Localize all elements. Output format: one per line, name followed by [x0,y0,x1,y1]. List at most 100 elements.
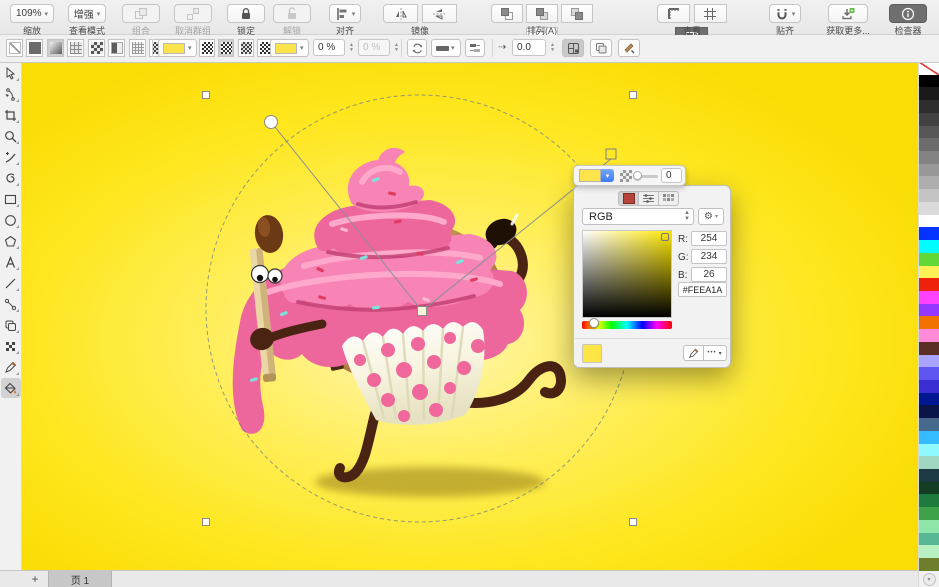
palette-swatch[interactable] [919,291,939,304]
palette-swatch[interactable] [919,456,939,469]
palette-swatch[interactable] [919,253,939,266]
fill-swatch-button[interactable] [108,39,125,57]
pattern-2-button[interactable] [218,39,234,57]
palette-swatch[interactable] [919,342,939,355]
palette-swatch[interactable] [919,329,939,342]
tool-node-edit[interactable] [1,84,21,104]
palette-swatch[interactable] [919,227,939,240]
color-mode-select[interactable]: RGB ▲▼ [582,208,694,225]
palette-swatch[interactable] [919,316,939,329]
fill-none-button[interactable] [6,39,23,57]
opacity-field[interactable]: 0 % [313,39,345,56]
palette-swatch[interactable] [919,482,939,495]
fill-color-dropdown[interactable]: ▾ [158,39,197,57]
palette-swatch[interactable] [919,545,939,558]
palette-swatch[interactable] [919,393,939,406]
fill-mesh-button[interactable] [67,39,84,57]
palette-swatch[interactable] [919,164,939,177]
tool-select[interactable] [1,63,21,83]
fill-pattern-button[interactable] [88,39,105,57]
stroke-width-field[interactable]: 0.0 [512,39,546,56]
fill-editor-color-dropdown[interactable]: ▾ [601,169,614,182]
tool-zoom[interactable] [1,126,21,146]
opacity-value-field[interactable]: 0 [661,168,682,183]
bring-to-front-button[interactable] [491,4,523,23]
inspector-button[interactable] [889,4,927,23]
palette-swatch[interactable] [919,278,939,291]
tool-fill[interactable] [1,378,21,398]
palette-swatch[interactable] [919,533,939,546]
tool-draw[interactable] [1,147,21,167]
gradient-mid-handle[interactable] [418,307,427,316]
red-field[interactable]: 254 [691,231,727,246]
tab-color-swatch[interactable] [618,191,639,206]
palette-swatch[interactable] [919,431,939,444]
tool-ellipse[interactable] [1,210,21,230]
transparency-checker-icon[interactable] [620,170,632,182]
palette-swatch[interactable] [919,266,939,279]
snap-dropdown[interactable]: ▾ [769,4,802,23]
tab-palette-grid[interactable] [658,191,679,206]
pattern-3-button[interactable] [238,39,254,57]
fill-solid-button[interactable] [26,39,43,57]
add-page-button[interactable]: + [22,571,48,587]
green-field[interactable]: 234 [691,249,727,264]
palette-swatch[interactable] [919,240,939,253]
fill-gradient-button[interactable] [47,39,64,57]
lock-button[interactable] [227,4,265,23]
hue-slider-knob[interactable] [589,318,599,328]
stroke-color-dropdown[interactable]: ▾ [270,39,309,57]
zoom-dropdown[interactable]: 109%▾ [10,4,54,23]
palette-swatch[interactable] [919,405,939,418]
rulers-button[interactable] [657,4,690,23]
edit-on-canvas-button[interactable] [562,39,584,57]
palette-swatch[interactable] [919,304,939,317]
page-tab[interactable]: 页 1 [48,571,112,587]
blue-field[interactable]: 26 [691,267,727,282]
tool-eyedropper[interactable] [1,357,21,377]
palette-swatch[interactable] [919,113,939,126]
apply-style-button[interactable] [618,39,640,57]
bring-forward-button[interactable] [526,4,558,23]
hex-field[interactable]: #FEEA1A [678,282,727,297]
eyedropper-button[interactable] [683,345,704,361]
palette-swatch[interactable] [919,380,939,393]
color-picker-cursor[interactable] [661,233,669,241]
palette-swatch[interactable] [919,176,939,189]
palette-swatch[interactable] [919,418,939,431]
opacity-stepper[interactable]: ▲▼ [349,39,354,56]
current-color-swatch[interactable] [582,344,602,363]
palette-scroll-button[interactable]: ▾ [923,573,936,586]
mirror-horizontal-button[interactable] [383,4,418,23]
palette-swatch[interactable] [919,215,939,228]
color-options-button[interactable]: ⚙ ▾ [698,208,724,225]
tool-polygon[interactable] [1,231,21,251]
more-options-button[interactable]: ••• ▾ [703,345,727,361]
tab-sliders[interactable] [638,191,659,206]
tool-crop[interactable] [1,105,21,125]
palette-swatch[interactable] [919,469,939,482]
swap-colors-button[interactable] [407,39,427,57]
copy-style-button[interactable] [590,39,612,57]
canvas[interactable] [22,62,918,570]
gradient-direction-button[interactable] [465,39,485,57]
palette-swatch[interactable] [919,444,939,457]
palette-swatch[interactable] [919,494,939,507]
palette-swatch[interactable] [919,355,939,368]
get-more-button[interactable] [828,4,868,23]
tool-text[interactable] [1,252,21,272]
tool-spiral[interactable] [1,168,21,188]
mirror-vertical-button[interactable] [422,4,457,23]
gradient-start-handle[interactable] [265,116,278,129]
tool-pattern[interactable] [1,336,21,356]
send-backward-button[interactable] [561,4,593,23]
palette-swatch[interactable] [919,367,939,380]
palette-swatch[interactable] [919,202,939,215]
stroke-width-stepper[interactable]: ▲▼ [550,39,555,56]
palette-swatch[interactable] [919,75,939,88]
align-dropdown[interactable]: ▾ [329,4,362,23]
palette-swatch[interactable] [919,138,939,151]
tool-connector[interactable] [1,294,21,314]
palette-swatch[interactable] [919,100,939,113]
swatch-none[interactable] [919,62,939,75]
